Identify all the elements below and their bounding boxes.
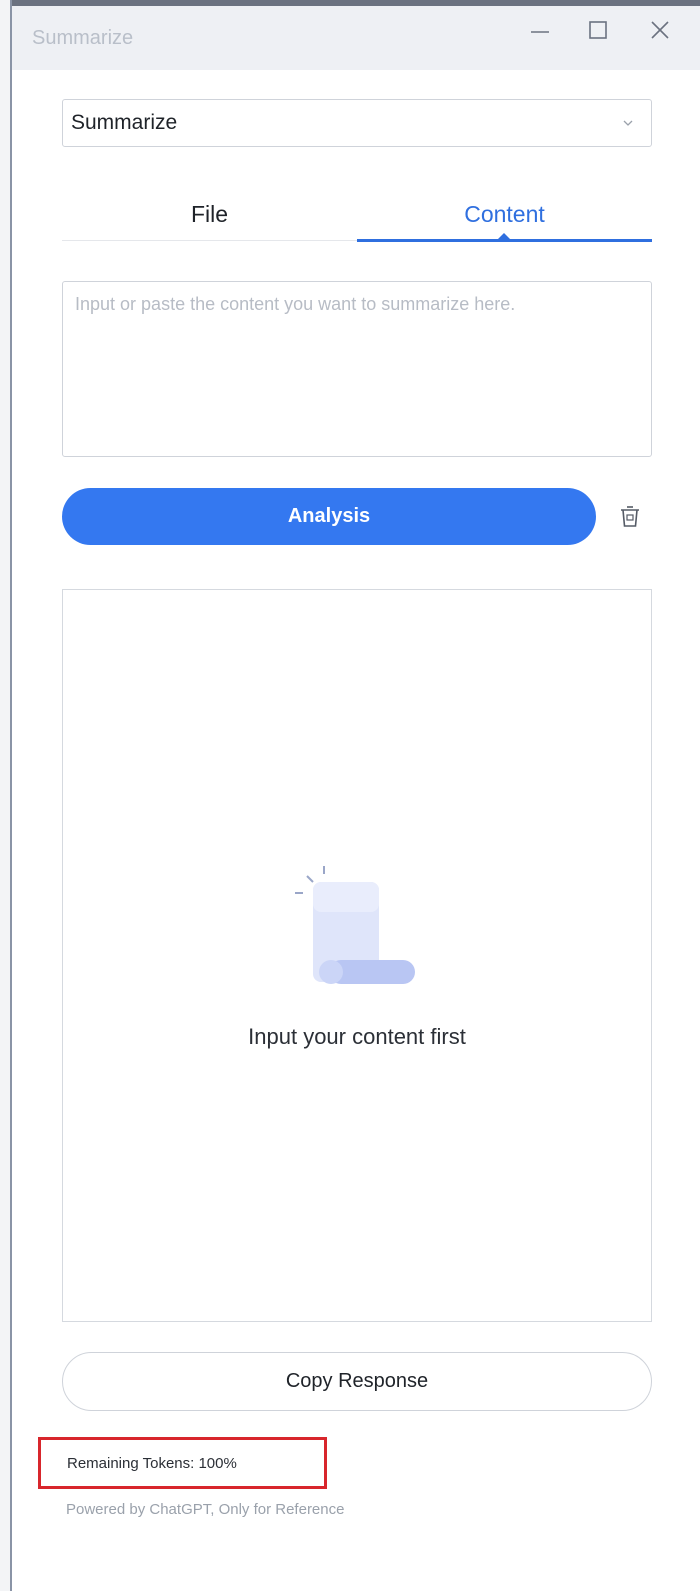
summarize-window: Summarize Summarize File Content Input o… <box>0 0 700 1591</box>
close-icon <box>651 21 669 39</box>
clear-button[interactable] <box>616 503 644 531</box>
remaining-tokens-text: Remaining Tokens: 100% <box>67 1454 237 1472</box>
copy-response-button[interactable]: Copy Response <box>62 1352 652 1411</box>
close-button[interactable] <box>640 10 680 50</box>
copy-response-label: Copy Response <box>285 1370 429 1392</box>
analysis-button[interactable]: Analysis <box>62 488 596 545</box>
empty-state-text: Input your content first <box>248 1024 466 1049</box>
content-input[interactable] <box>62 281 652 457</box>
tab-file[interactable]: File <box>62 190 357 238</box>
mode-select-value: Summarize <box>71 111 178 134</box>
trash-icon <box>621 506 639 527</box>
document-icon <box>295 866 415 984</box>
active-tab-caret <box>498 233 510 239</box>
remaining-tokens-box: Remaining Tokens: 100% <box>38 1437 327 1489</box>
tab-content-label: Content <box>464 200 545 227</box>
maximize-icon <box>589 21 607 39</box>
window-title: Summarize <box>32 26 134 49</box>
powered-by-text: Powered by ChatGPT, Only for Reference <box>66 1501 345 1518</box>
analysis-button-label: Analysis <box>287 505 371 527</box>
minimize-icon <box>531 31 549 33</box>
response-panel: Input your content first <box>62 589 652 1322</box>
mode-select[interactable]: Summarize <box>62 99 652 147</box>
tab-content[interactable]: Content <box>357 190 652 238</box>
maximize-button[interactable] <box>578 10 618 50</box>
tab-file-label: File <box>190 200 229 227</box>
active-tab-indicator <box>357 239 652 242</box>
minimize-button[interactable] <box>520 10 560 50</box>
tab-bar: File Content <box>62 190 652 242</box>
chevron-down-icon <box>623 120 633 126</box>
window-left-edge <box>0 0 12 1591</box>
